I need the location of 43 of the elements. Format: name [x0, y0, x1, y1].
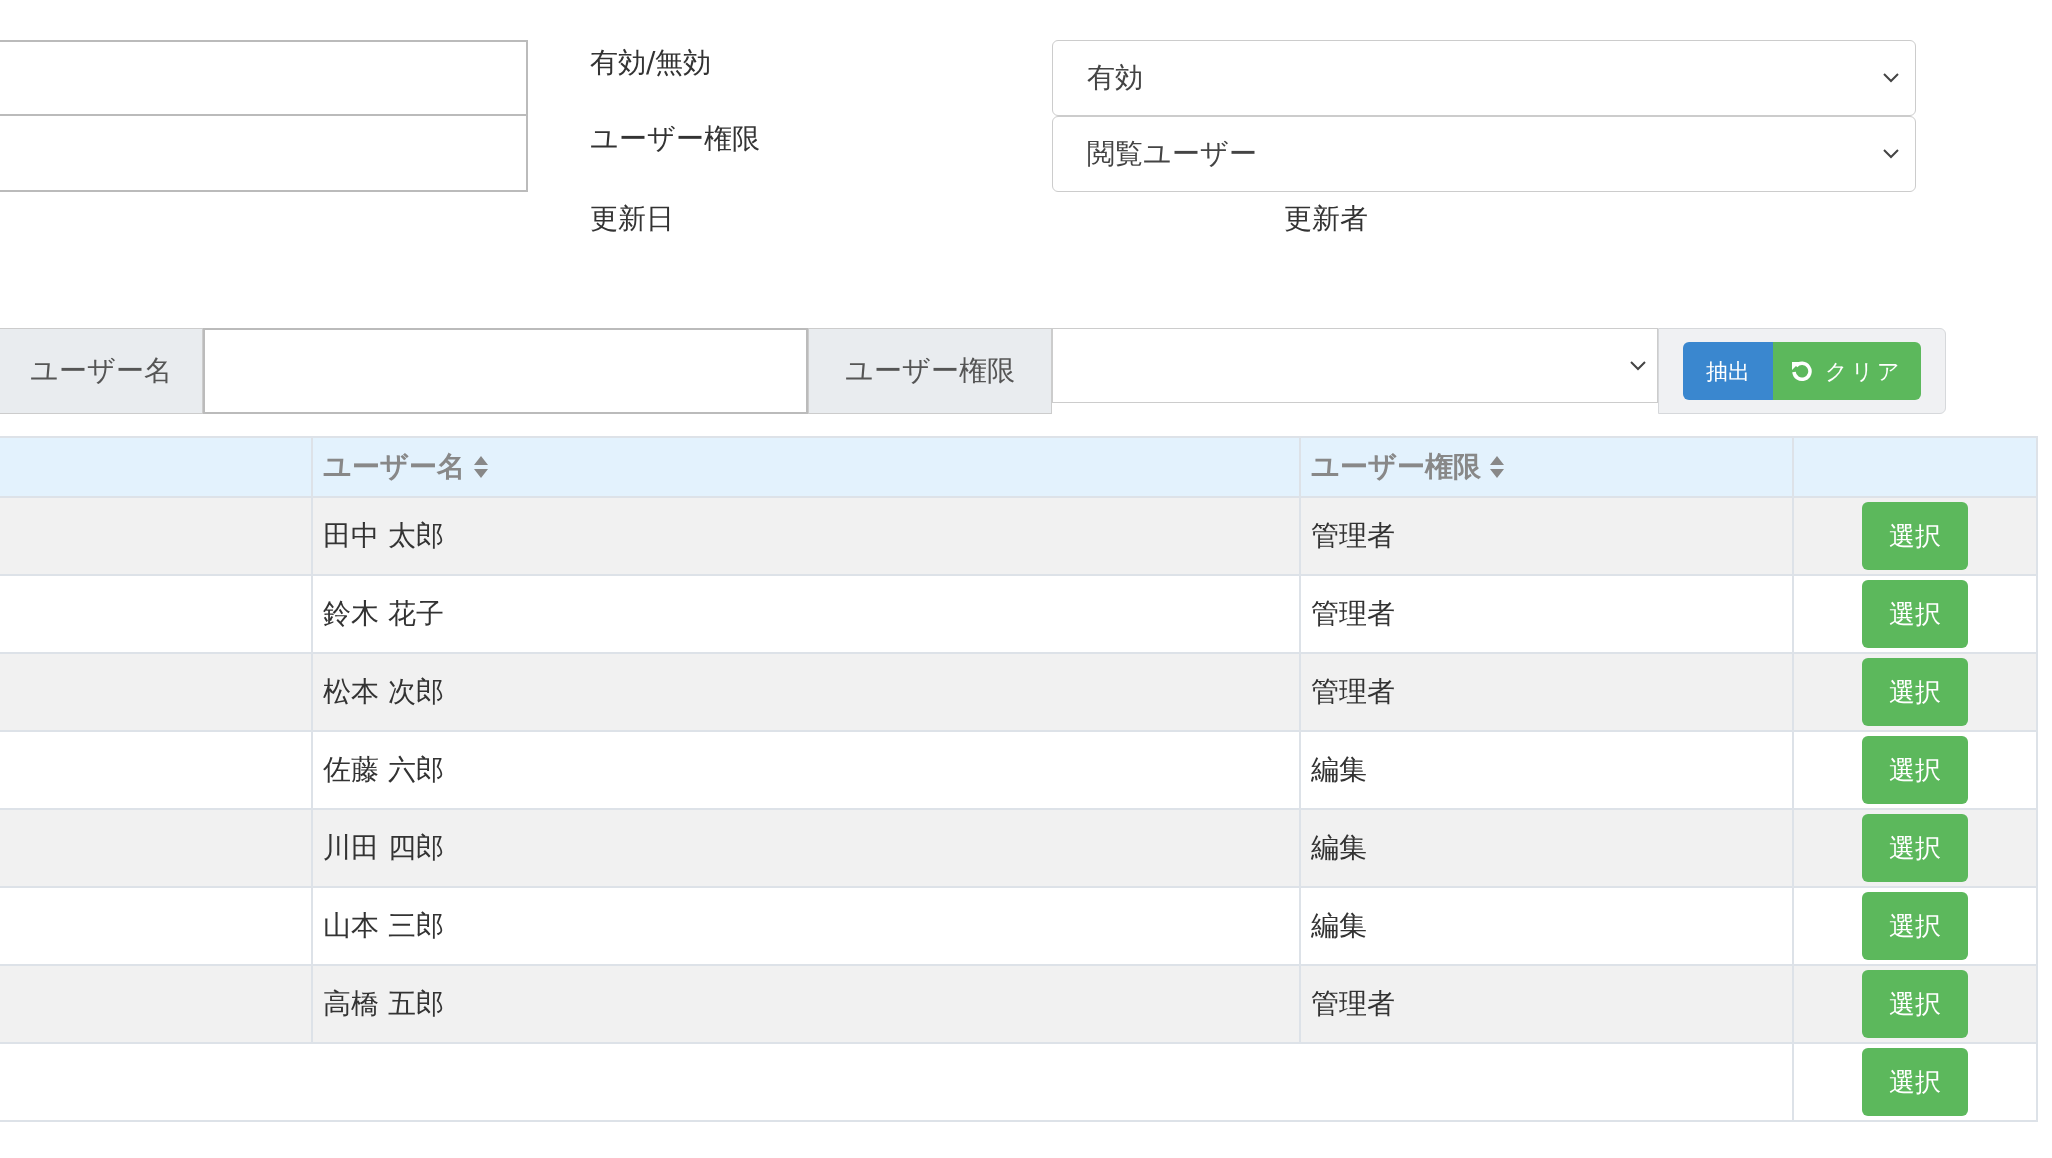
input-field[interactable] — [0, 40, 528, 116]
chevron-down-icon — [1629, 359, 1647, 372]
input-label: ユーザー権限 — [808, 328, 1052, 414]
clear-button[interactable]: クリア — [1773, 342, 1921, 400]
user-name-cell: 佐藤 六郎 — [323, 753, 444, 786]
role-cell: 編集 — [1311, 909, 1367, 942]
user-name-cell: 田中 太郎 — [323, 519, 444, 552]
user-name-cell: 松本 次郎 — [323, 675, 444, 708]
field-label: 更新日 — [590, 201, 675, 237]
field-label: ユーザー権限 — [590, 121, 761, 157]
role-cell: 編集 — [1311, 831, 1367, 864]
select-button[interactable]: 選択 — [1862, 814, 1968, 882]
select-button[interactable]: 選択 — [1862, 970, 1968, 1038]
select-button[interactable]: 選択 — [1862, 736, 1968, 804]
role-cell: 管理者 — [1311, 987, 1395, 1020]
chevron-down-icon — [1883, 149, 1899, 159]
input-field[interactable] — [0, 116, 528, 192]
select-button[interactable]: 選択 — [1862, 658, 1968, 726]
user-name-cell: 高橋 五郎 — [323, 987, 444, 1020]
sort-icon — [1489, 455, 1505, 479]
column-header[interactable]: ユーザー名 — [323, 446, 489, 488]
field-label: 有効/無効 — [590, 45, 713, 81]
select-button[interactable]: 選択 — [1862, 580, 1968, 648]
role-cell: 管理者 — [1311, 675, 1395, 708]
role-cell: 編集 — [1311, 753, 1367, 786]
sort-icon — [473, 455, 489, 479]
role-cell: 管理者 — [1311, 597, 1395, 630]
name-search-field[interactable] — [203, 328, 808, 414]
role-select[interactable] — [1052, 328, 1658, 403]
user-name-cell: 山本 三郎 — [323, 909, 444, 942]
chevron-down-icon — [1883, 73, 1899, 83]
extract-button[interactable]: 抽出 — [1683, 342, 1773, 400]
select-button[interactable]: 選択 — [1862, 892, 1968, 960]
field-label: 更新者 — [1284, 201, 1368, 237]
input-label: ユーザー名 — [0, 328, 203, 414]
refresh-icon — [1791, 360, 1813, 382]
role-cell: 管理者 — [1311, 519, 1395, 552]
select-button[interactable]: 選択 — [1862, 1048, 1968, 1116]
user-name-cell: 川田 四郎 — [323, 831, 444, 864]
select-field[interactable]: 有効 — [1052, 40, 1916, 116]
user-name-cell: 鈴木 花子 — [323, 597, 444, 630]
select-button[interactable]: 選択 — [1862, 502, 1968, 570]
select-field[interactable]: 閲覧ユーザー — [1052, 116, 1916, 192]
